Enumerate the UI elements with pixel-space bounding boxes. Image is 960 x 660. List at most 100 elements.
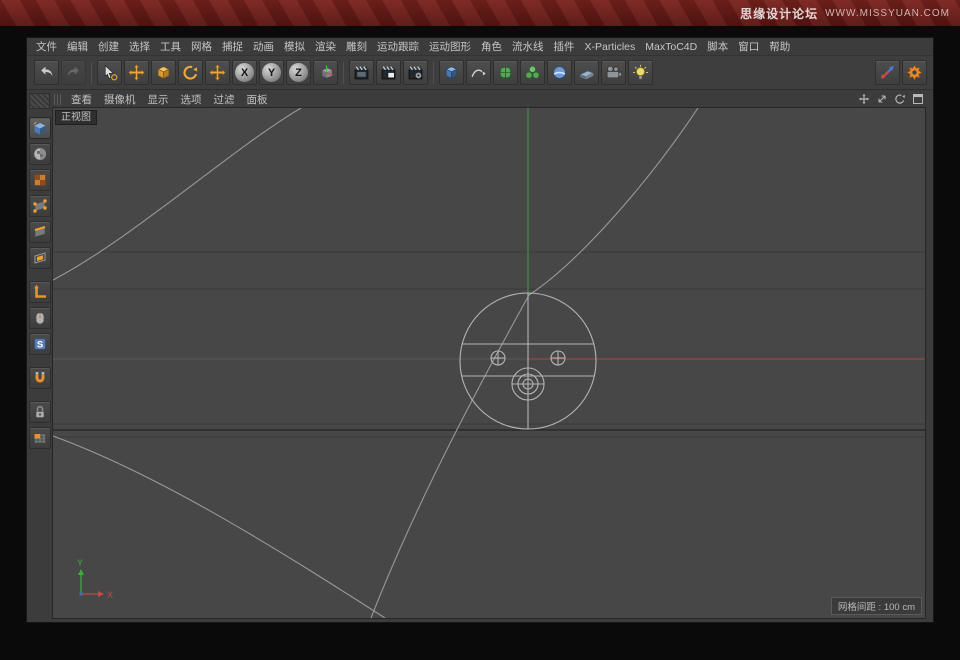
edges-mode-icon <box>32 224 48 240</box>
menubar: 文件编辑创建选择工具网格捕捉动画模拟渲染雕刻运动跟踪运动图形角色流水线插件X-P… <box>27 38 933 56</box>
menubar-item[interactable]: 网格 <box>186 39 217 54</box>
menubar-item[interactable]: 运动图形 <box>424 39 476 54</box>
camera-zoom-icon[interactable] <box>875 92 889 106</box>
menubar-item[interactable]: 捕捉 <box>217 39 248 54</box>
last-used-tool-button[interactable] <box>205 60 230 85</box>
svg-text:S: S <box>36 340 42 351</box>
menubar-item[interactable]: MaxToC4D <box>640 41 702 53</box>
floor-icon <box>578 64 595 81</box>
palette-handle-icon[interactable] <box>29 93 50 109</box>
add-light-button[interactable] <box>628 60 653 85</box>
live-selection-button[interactable] <box>97 60 122 85</box>
y-axis-lock-button[interactable]: Y <box>259 60 284 85</box>
spline-pen-icon <box>470 64 487 81</box>
scale-tool-button[interactable] <box>151 60 176 85</box>
x-axis-icon: X <box>235 63 254 82</box>
viewport-scene: Y X <box>53 108 925 618</box>
workplane-grid-button[interactable] <box>29 427 51 449</box>
undo-button[interactable] <box>34 60 59 85</box>
snap-settings-button[interactable]: S <box>29 333 51 355</box>
cube-icon <box>443 64 460 81</box>
viewport-nav-icons <box>857 92 925 106</box>
camera-pan-icon[interactable] <box>857 92 871 106</box>
viewport-canvas[interactable]: Y X 正视图 网格间距 : 100 cm <box>52 107 926 619</box>
axis-x-label: X <box>107 590 113 600</box>
workplane-mode-button[interactable] <box>29 281 51 303</box>
viewport-menu-item[interactable]: 摄像机 <box>98 92 142 107</box>
polygons-mode-button[interactable] <box>29 247 51 269</box>
axis-gizmo: Y X <box>77 558 113 600</box>
lock-workplane-button[interactable] <box>29 401 51 423</box>
render-settings-button[interactable] <box>403 60 428 85</box>
snap-icon: S <box>32 336 48 352</box>
layout-arrows-button[interactable] <box>875 60 900 85</box>
viewport-menu-item[interactable]: 面板 <box>241 92 274 107</box>
draw-spline-button[interactable] <box>466 60 491 85</box>
magnet-icon <box>32 370 48 386</box>
menubar-item[interactable]: 创建 <box>93 39 124 54</box>
z-axis-lock-button[interactable]: Z <box>286 60 311 85</box>
lock-icon <box>32 404 48 420</box>
viewport-menu-item[interactable]: 过滤 <box>208 92 241 107</box>
menubar-item[interactable]: 运动跟踪 <box>372 39 424 54</box>
site-name: 思缘设计论坛 <box>740 5 818 22</box>
menubar-item[interactable]: 窗口 <box>733 39 764 54</box>
menubar-item[interactable]: 渲染 <box>310 39 341 54</box>
light-icon <box>632 64 649 81</box>
redo-icon <box>65 64 82 81</box>
add-cube-button[interactable] <box>439 60 464 85</box>
make-editable-button[interactable] <box>29 117 51 139</box>
menubar-item[interactable]: 角色 <box>476 39 507 54</box>
menubar-item[interactable]: 文件 <box>31 39 62 54</box>
texture-mode-button[interactable] <box>29 169 51 191</box>
magnet-snap-button[interactable] <box>29 367 51 389</box>
subdivision-icon <box>497 64 514 81</box>
menubar-item[interactable]: 插件 <box>549 39 580 54</box>
points-mode-button[interactable] <box>29 195 51 217</box>
gear-icon <box>906 64 923 81</box>
y-axis-icon: Y <box>262 63 281 82</box>
interface-settings-button[interactable] <box>902 60 927 85</box>
add-camera-button[interactable] <box>601 60 626 85</box>
add-volume-button[interactable] <box>547 60 572 85</box>
viewport-handle-icon[interactable] <box>54 94 62 105</box>
viewport-menu-item[interactable]: 显示 <box>142 92 175 107</box>
add-floor-button[interactable] <box>574 60 599 85</box>
render-to-picture-viewer-button[interactable] <box>376 60 401 85</box>
camera-rotate-icon[interactable] <box>893 92 907 106</box>
mograph-cloner-button[interactable] <box>520 60 545 85</box>
menubar-item[interactable]: 选择 <box>124 39 155 54</box>
volume-icon <box>551 64 568 81</box>
menubar-item[interactable]: 工具 <box>155 39 186 54</box>
render-view-button[interactable] <box>349 60 374 85</box>
menubar-item[interactable]: 雕刻 <box>341 39 372 54</box>
view-label[interactable]: 正视图 <box>55 110 97 125</box>
x-axis-lock-button[interactable]: X <box>232 60 257 85</box>
left-tool-sidebar: S <box>27 91 52 618</box>
menubar-item[interactable]: 流水线 <box>507 39 549 54</box>
menubar-item[interactable]: 模拟 <box>279 39 310 54</box>
menubar-item[interactable]: 动画 <box>248 39 279 54</box>
viewport-menu-item[interactable]: 选项 <box>175 92 208 107</box>
workplane-grid-icon <box>32 430 48 446</box>
subdivision-surface-button[interactable] <box>493 60 518 85</box>
viewport-mouse-button[interactable] <box>29 307 51 329</box>
menubar-item[interactable]: 脚本 <box>702 39 733 54</box>
grid-spacing-label: 网格间距 : 100 cm <box>831 597 922 615</box>
menubar-item[interactable]: X-Particles <box>580 41 641 53</box>
coordinate-system-button[interactable] <box>313 60 338 85</box>
toolbar-right-group <box>874 60 928 85</box>
model-mode-button[interactable] <box>29 143 51 165</box>
mouse-icon <box>32 310 48 326</box>
view-maximize-icon[interactable] <box>911 92 925 106</box>
menubar-item[interactable]: 帮助 <box>764 39 795 54</box>
menubar-item[interactable]: 编辑 <box>62 39 93 54</box>
viewport-menu-item[interactable]: 查看 <box>65 92 98 107</box>
redo-button[interactable] <box>61 60 86 85</box>
viewport-menubar: 查看摄像机显示选项过滤面板 <box>52 91 928 107</box>
move-tool-button[interactable] <box>124 60 149 85</box>
app-window: 文件编辑创建选择工具网格捕捉动画模拟渲染雕刻运动跟踪运动图形角色流水线插件X-P… <box>27 38 933 622</box>
render-view-icon <box>353 64 370 81</box>
edges-mode-button[interactable] <box>29 221 51 243</box>
rotate-tool-button[interactable] <box>178 60 203 85</box>
